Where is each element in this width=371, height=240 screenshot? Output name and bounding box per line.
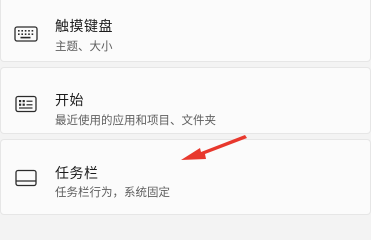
settings-item-touch-keyboard[interactable]: 触摸键盘 主题、大小 <box>0 0 371 62</box>
taskbar-icon <box>13 165 39 191</box>
settings-item-title: 任务栏 <box>55 166 99 182</box>
settings-item-start[interactable]: 开始 最近使用的应用和项目、文件夹 <box>0 67 371 134</box>
start-menu-icon <box>13 91 39 117</box>
settings-item-subtitle: 主题、大小 <box>55 39 113 53</box>
keyboard-icon <box>13 21 39 47</box>
settings-item-title: 触摸键盘 <box>55 19 113 35</box>
settings-item-subtitle: 任务栏行为，系统固定 <box>55 185 170 199</box>
settings-item-title: 开始 <box>55 93 84 109</box>
settings-item-subtitle: 最近使用的应用和项目、文件夹 <box>55 113 216 127</box>
settings-item-taskbar[interactable]: 任务栏 任务栏行为，系统固定 <box>0 139 371 215</box>
